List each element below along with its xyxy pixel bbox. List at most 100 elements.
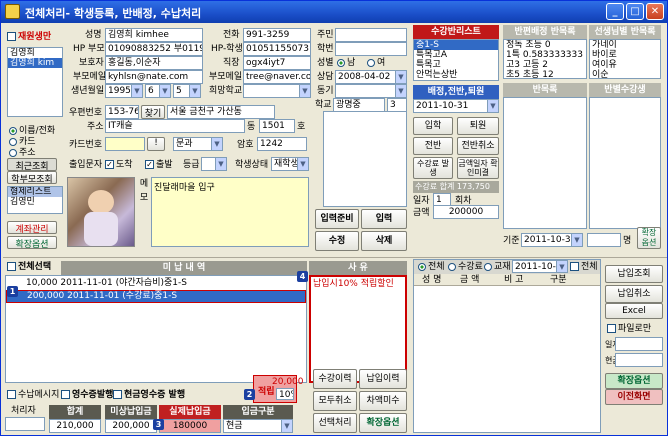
guardian-input[interactable]: 홍길동,이순자: [105, 56, 203, 70]
category-select[interactable]: 문과 ▼: [173, 137, 223, 151]
list-item[interactable]: 가네이: [590, 40, 660, 50]
card-input[interactable]: [105, 137, 145, 151]
method-select[interactable]: 현금 ▼: [223, 419, 293, 433]
zip-input[interactable]: 153-768: [105, 105, 139, 119]
ext-option-pay-button[interactable]: 확장옵션: [359, 413, 407, 433]
sibling-list[interactable]: 형제리스트 김영민: [7, 186, 63, 214]
transfer-cancel-button[interactable]: 전반취소: [457, 137, 499, 155]
course-list[interactable]: 중1-S 특목고A 특목고 안먹는상반: [413, 39, 499, 81]
cash-receipt-checkbox[interactable]: 현금영수증 발행: [113, 389, 185, 401]
excel-button[interactable]: Excel: [605, 303, 663, 319]
class-list[interactable]: [503, 97, 587, 229]
enter-button[interactable]: 입학: [413, 117, 453, 135]
class-students-list[interactable]: [589, 97, 661, 229]
radio-fee[interactable]: 수강료: [448, 261, 483, 273]
count-input[interactable]: [587, 233, 621, 247]
list-item[interactable]: 중1-S: [414, 40, 498, 50]
fee-generate-button[interactable]: 수강료 발생: [413, 157, 453, 179]
reentry-checkbox[interactable]: 재원생만: [7, 31, 51, 43]
table-row[interactable]: 10,000 2011-11-01 (야간자습비)중1-S: [6, 278, 306, 288]
fee-check-button[interactable]: 금액일자 확인미결: [457, 157, 499, 179]
id-input[interactable]: [335, 28, 407, 42]
receipt-msg-checkbox[interactable]: 수납메시지: [7, 389, 59, 401]
birth-month-select[interactable]: 6 ▼: [145, 84, 171, 98]
list-item[interactable]: 안먹는상반: [414, 70, 498, 80]
consult-date-select[interactable]: 2008-04-02 ▼: [335, 70, 407, 84]
list-item[interactable]: 김영민: [8, 197, 62, 207]
name-list[interactable]: 김영희 김영희 kim: [7, 47, 63, 117]
actual-input[interactable]: 180000: [159, 419, 221, 433]
grade-input[interactable]: 3: [387, 98, 407, 112]
title-bar[interactable]: 전체처리- 학생등록, 반배정, 수납처리 _ □ ✕: [1, 1, 667, 23]
name-input[interactable]: 김영희 kimhee: [105, 28, 203, 42]
sms-arrive-checkbox[interactable]: ✓ 도착: [105, 159, 133, 171]
school-search-button[interactable]: 학부모조회: [7, 171, 57, 184]
basis-date-select[interactable]: 2011-10-31 ▼: [521, 233, 583, 247]
zip-find-button[interactable]: 찾기: [141, 105, 165, 119]
list-item[interactable]: 여이유: [590, 60, 660, 70]
transfer-button[interactable]: 전반: [413, 137, 453, 155]
list-item[interactable]: 특목고A: [414, 50, 498, 60]
input-prepare-button[interactable]: 입력준비: [315, 209, 359, 229]
course-history-button[interactable]: 수강이력: [313, 369, 357, 389]
cash-input[interactable]: [615, 353, 663, 367]
discount-input[interactable]: 10%: [276, 388, 294, 400]
birth-year-select[interactable]: 1995 ▼: [105, 84, 143, 98]
gender-female-radio[interactable]: 여: [367, 57, 385, 69]
receipt-date-select[interactable]: 2011-10-31 ▼: [512, 260, 568, 273]
list-item[interactable]: 정독 초등 0: [504, 40, 586, 50]
edit-button[interactable]: 수정: [315, 231, 359, 251]
leave-button[interactable]: 퇴원: [457, 117, 499, 135]
pay-history-button[interactable]: 납입이력: [359, 369, 407, 389]
dong-input[interactable]: 1501: [259, 119, 295, 133]
select-all-checkbox[interactable]: 전체선택: [7, 261, 51, 273]
difference-button[interactable]: 차액미수: [359, 391, 407, 411]
list-item[interactable]: 고3 고등 2: [504, 60, 586, 70]
class-by-list[interactable]: 정독 초등 0 1특 0.583333333 고3 고등 2 초5 초등 12: [503, 39, 587, 79]
radio-book[interactable]: 교재: [484, 261, 511, 273]
parent-email-input[interactable]: kyhlsn@nate.com: [105, 70, 203, 84]
file-only-checkbox[interactable]: 파일로만: [607, 323, 651, 335]
cancel-all-button[interactable]: 모두취소: [313, 391, 357, 411]
list-item[interactable]: 김영희: [8, 48, 62, 58]
minimize-button[interactable]: _: [606, 3, 624, 20]
gender-male-radio[interactable]: 남: [337, 57, 355, 69]
level-select[interactable]: ▼: [201, 157, 227, 171]
delete-button[interactable]: 삭제: [361, 231, 407, 251]
job-input[interactable]: ogx4iyt7: [243, 56, 311, 70]
list-item[interactable]: 바이로: [590, 50, 660, 60]
pay-cancel-button[interactable]: 납입취소: [605, 285, 663, 303]
prev-screen-button[interactable]: 이전화면: [605, 389, 663, 405]
pw-input[interactable]: 1242: [257, 137, 307, 151]
table-row[interactable]: 200,000 2011-11-01 (수강료)중1-S: [6, 290, 306, 303]
address1-input[interactable]: 서울 금천구 가산동: [167, 105, 275, 119]
teacher-list[interactable]: 가네이 바이로 여이유 이순: [589, 39, 661, 79]
motive-select[interactable]: ▼: [335, 84, 407, 98]
status-select[interactable]: 재학생 ▼: [271, 157, 309, 171]
ext-option-right-button[interactable]: 확장 옵션: [637, 227, 661, 249]
receipt-bill-checkbox[interactable]: 영수증발행: [61, 389, 113, 401]
amount-input[interactable]: 200000: [433, 205, 499, 219]
close-button[interactable]: ✕: [646, 3, 664, 20]
handler-input[interactable]: [5, 417, 45, 431]
assign-date-select[interactable]: 2011-10-31 ▼: [413, 99, 499, 113]
want-school-select[interactable]: ▼: [243, 84, 311, 98]
ext-option-button[interactable]: 확장옵션: [7, 236, 57, 249]
ext-option-receipt-button[interactable]: 확장옵션: [605, 373, 663, 389]
list-item[interactable]: 김영희 kim: [8, 58, 62, 68]
reason-list[interactable]: 납입시10% 적립할인: [309, 275, 407, 383]
list-item[interactable]: 초5 초등 12: [504, 70, 586, 78]
memo-textarea[interactable]: 진달래마을 입구: [151, 177, 309, 247]
school-input[interactable]: 광명중: [333, 98, 385, 112]
select-process-button[interactable]: 선택처리: [313, 413, 357, 433]
recent-search-button[interactable]: 최근조회: [7, 158, 57, 171]
input-button[interactable]: 입력: [361, 209, 407, 229]
hp-student-input[interactable]: 01051155073: [243, 42, 311, 56]
date-a-input[interactable]: [615, 337, 663, 351]
hp-parent-input[interactable]: 01090883252 부01199611: [105, 42, 203, 56]
list-item[interactable]: 특목고: [414, 60, 498, 70]
address2-input[interactable]: IT캐슬: [105, 119, 245, 133]
radio-all[interactable]: 전체: [418, 261, 445, 273]
reason-row[interactable]: 납입시10% 적립할인: [311, 279, 405, 289]
student-email-input[interactable]: tree@naver.com: [243, 70, 311, 84]
